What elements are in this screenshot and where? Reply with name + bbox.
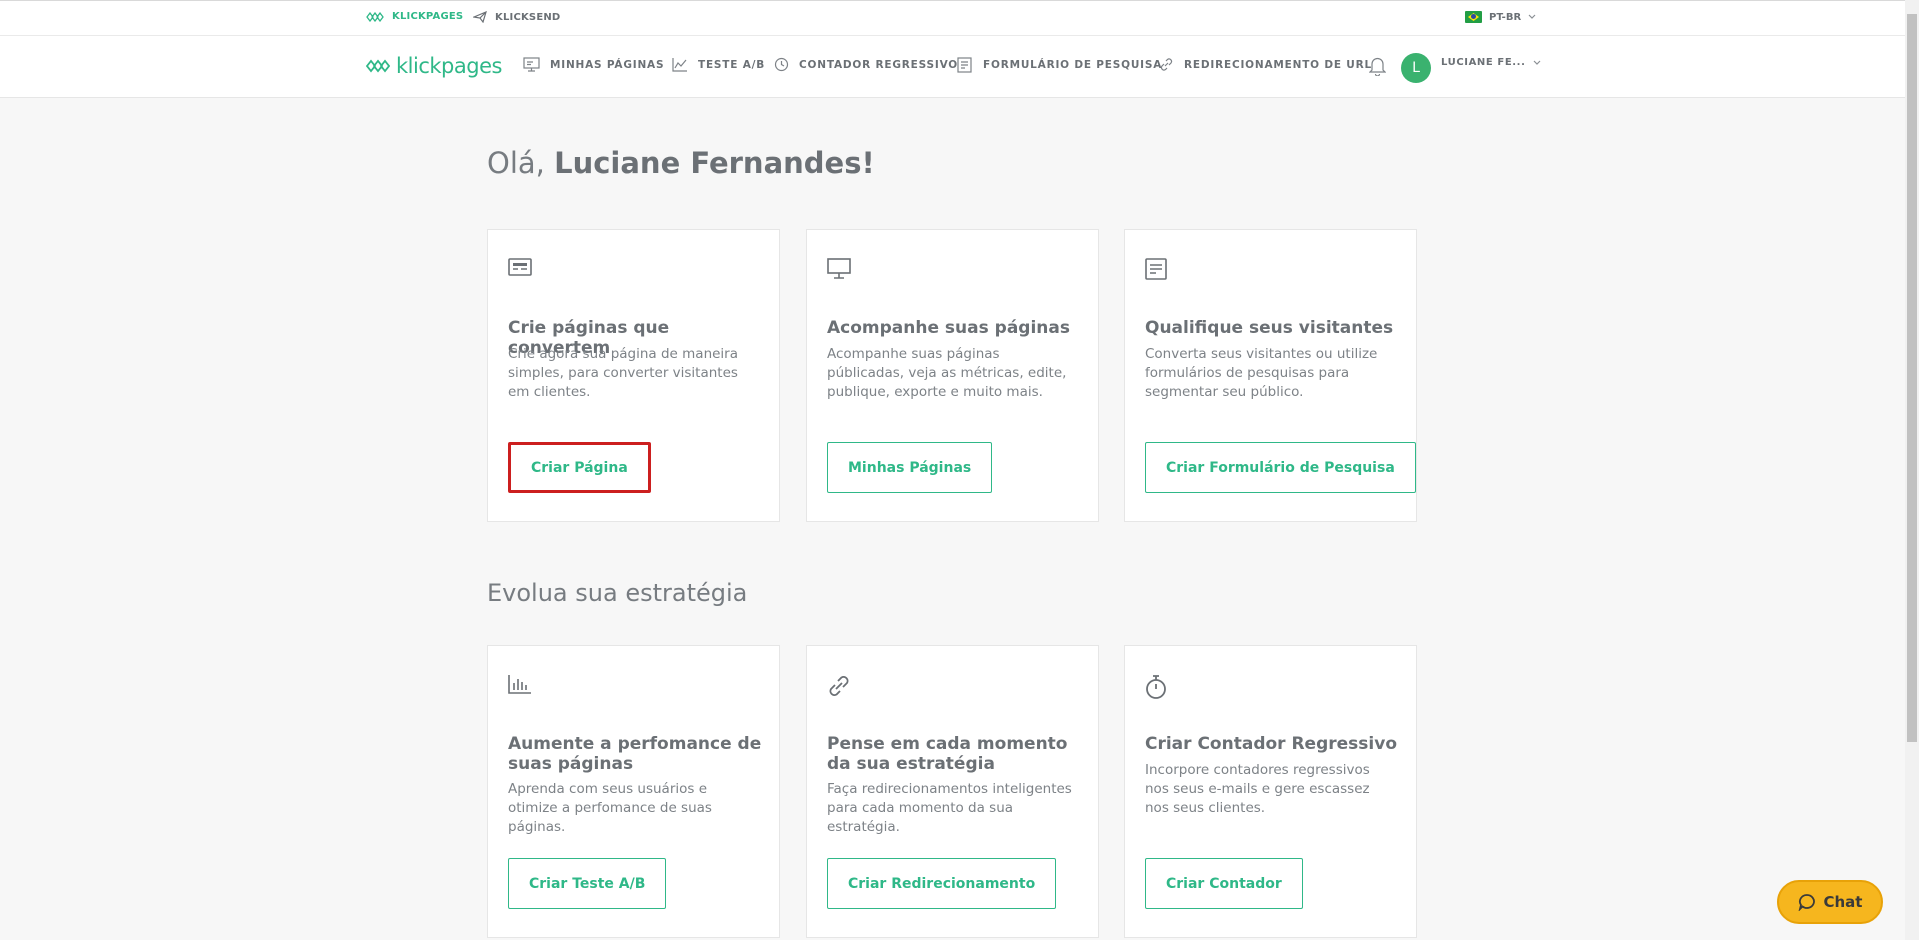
card-title: Acompanhe suas páginas [827,318,1070,338]
nav-item-contador-regressivo[interactable]: CONTADOR REGRESSIVO [774,57,958,72]
greeting-prefix: Olá, [487,146,545,180]
chevron-down-icon [1534,60,1541,65]
card-teste-ab: Aumente a perfomance de suas páginas Apr… [487,645,780,938]
card-description: Acompanhe suas páginas públicadas, veja … [827,346,1067,400]
nav-item-teste-ab[interactable]: TESTE A/B [672,57,765,72]
link-icon [827,674,851,702]
criar-pagina-button[interactable]: Criar Página [508,442,651,493]
user-menu[interactable]: LUCIANE FE... [1441,57,1541,68]
card-criar-pagina: Crie páginas que convertem Crie agora su… [487,229,780,522]
monitor-icon [523,57,540,72]
card-title: Pense em cada momento da sua estratégia [827,734,1068,774]
criar-teste-ab-button[interactable]: Criar Teste A/B [508,858,667,909]
chat-bubble-icon [1798,894,1815,911]
product-label: KLICKPAGES [392,11,464,22]
criar-contador-button[interactable]: Criar Contador [1145,858,1303,909]
language-selector[interactable]: PT-BR [1465,11,1536,23]
card-description: Crie agora sua página de maneira simples… [508,346,739,400]
nav-item-formulario-pesquisa[interactable]: FORMULÁRIO DE PESQUISA [957,57,1162,73]
card-redirecionamento: Pense em cada momento da sua estratégia … [806,645,1099,938]
chat-button[interactable]: Chat [1777,880,1883,924]
card-minhas-paginas: Acompanhe suas páginas Acompanhe suas pá… [806,229,1099,522]
greeting-name: Luciane Fernandes! [554,146,875,180]
criar-redirecionamento-button[interactable]: Criar Redirecionamento [827,858,1057,909]
form-icon [957,57,972,73]
main-navbar: klickpages MINHAS PÁGINAS TESTE A/B CONT… [0,36,1905,98]
page-editor-icon [508,258,532,282]
minhas-paginas-button[interactable]: Minhas Páginas [827,442,993,493]
card-description: Incorpore contadores regressivos nos seu… [1145,762,1370,816]
scrollbar-thumb[interactable] [1907,14,1917,742]
logo-text: klickpages [396,54,502,78]
chat-label: Chat [1823,893,1863,911]
product-label: KLICKSEND [495,11,561,23]
nav-item-label: TESTE A/B [698,58,766,71]
card-contador-regressivo: Criar Contador Regressivo Incorpore cont… [1124,645,1417,938]
section-title: Evolua sua estratégia [487,579,748,607]
bar-chart-icon [508,674,532,698]
page-title: Olá, Luciane Fernandes! [487,146,875,180]
product-link-klicksend[interactable]: KLICKSEND [473,11,560,23]
nav-item-label: REDIRECIONAMENTO DE URL [1184,58,1372,71]
card-description: Faça redirecionamentos inteligentes para… [827,781,1072,835]
avatar[interactable]: L [1401,53,1431,83]
card-description: Converta seus visitantes ou utilize form… [1145,346,1378,400]
nav-item-label: FORMULÁRIO DE PESQUISA [983,59,1163,71]
card-description: Aprenda com seus usuários e otimize a pe… [508,781,712,835]
chevron-down-icon [1528,14,1536,19]
klickpages-logo-icon [366,59,390,73]
card-title: Qualifique seus visitantes [1145,318,1394,338]
klickpages-logo-icon [366,11,384,22]
link-icon [1160,58,1173,71]
nav-item-label: MINHAS PÁGINAS [550,58,665,71]
nav-item-label: CONTADOR REGRESSIVO [799,58,959,71]
klickpages-logo[interactable]: klickpages [366,54,502,78]
stopwatch-icon [1145,674,1167,704]
notifications-button[interactable] [1368,56,1387,80]
monitor-icon [827,258,851,284]
nav-item-minhas-paginas[interactable]: MINHAS PÁGINAS [523,57,664,72]
language-label: PT-BR [1489,11,1522,23]
chart-line-icon [672,58,687,72]
card-title: Aumente a perfomance de suas páginas [508,734,762,774]
card-formulario-pesquisa: Qualifique seus visitantes Converta seus… [1124,229,1417,522]
clock-icon [774,57,789,72]
brazil-flag-icon [1465,11,1482,23]
nav-item-redirecionamento-url[interactable]: REDIRECIONAMENTO DE URL [1159,57,1372,72]
criar-formulario-button[interactable]: Criar Formulário de Pesquisa [1145,442,1416,493]
paper-plane-icon [473,11,487,23]
form-icon [1145,258,1167,284]
bell-icon [1368,57,1387,77]
product-bar: KLICKPAGES KLICKSEND PT-BR [0,0,1905,36]
card-title: Criar Contador Regressivo [1145,734,1397,754]
user-name: LUCIANE FE... [1441,57,1526,68]
product-link-klickpages[interactable]: KLICKPAGES [366,11,463,22]
